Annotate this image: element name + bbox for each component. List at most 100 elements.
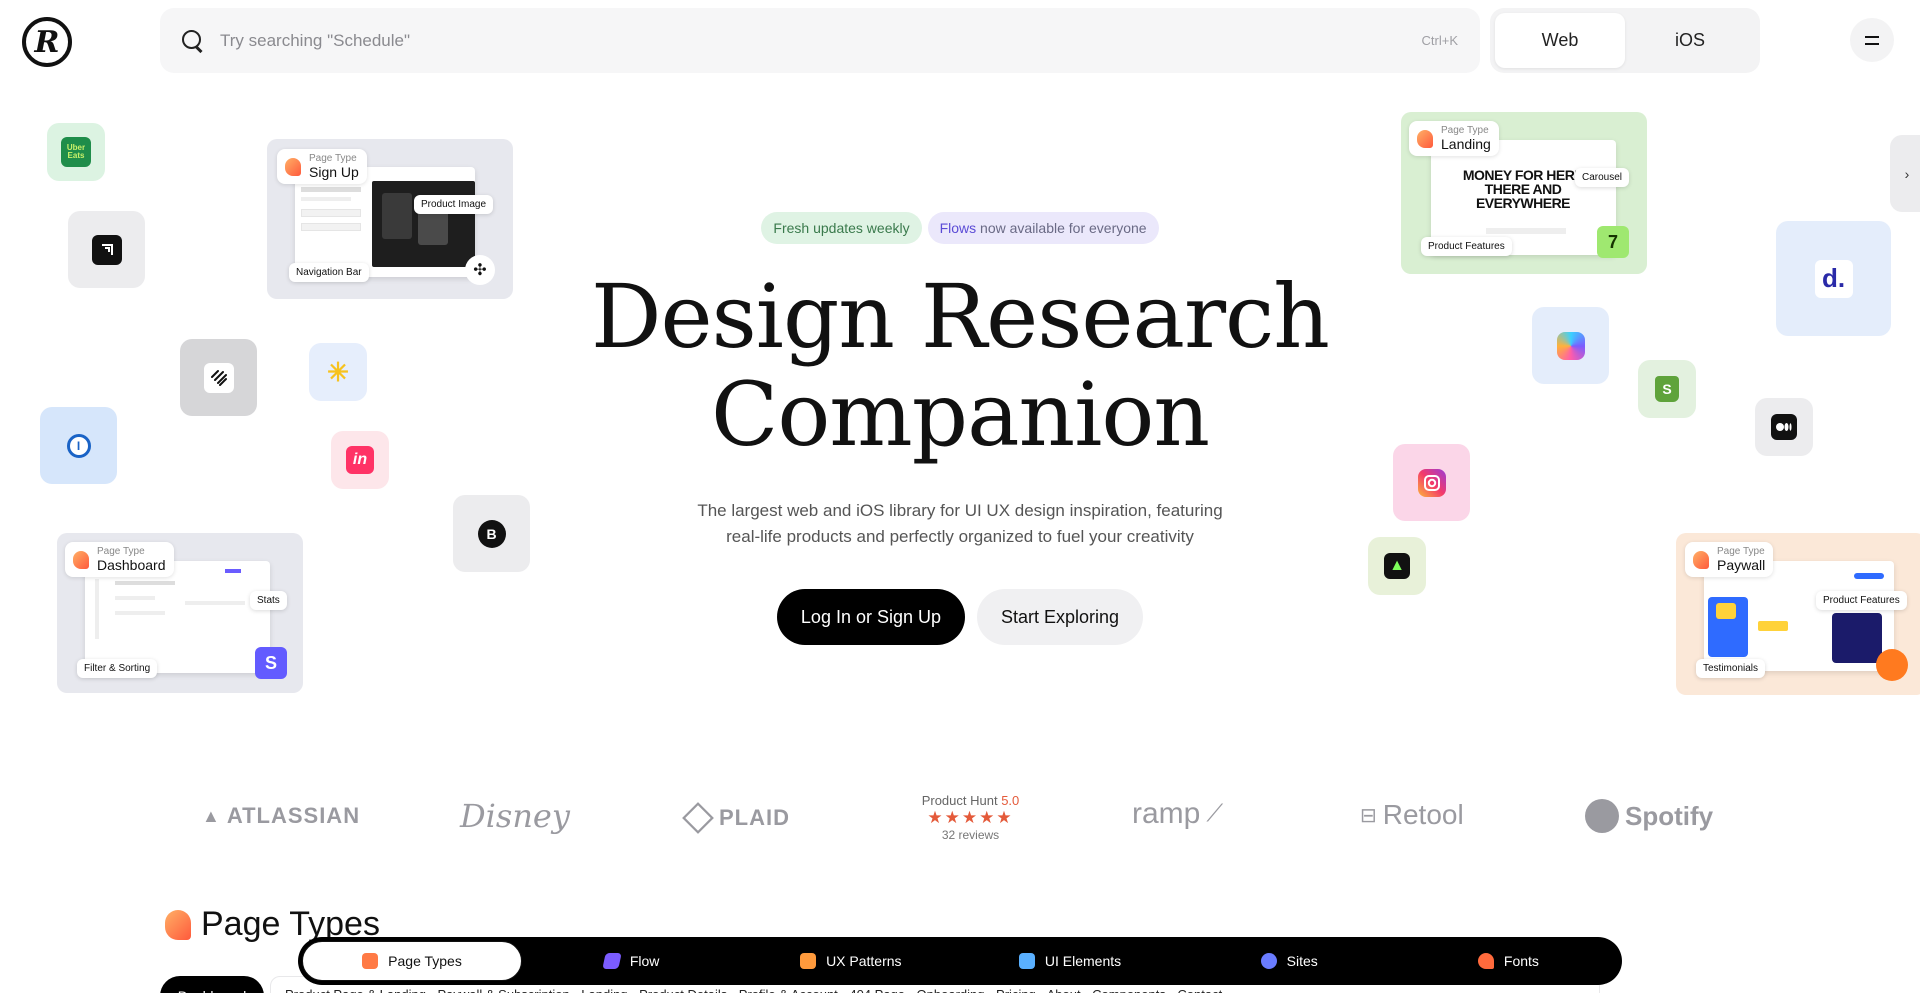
atlassian-mark-icon: ▲ xyxy=(202,805,221,826)
menu-icon xyxy=(1865,35,1879,45)
nav-fonts[interactable]: Fonts xyxy=(1399,941,1618,981)
page-type-caption: Page Type xyxy=(1717,546,1765,557)
app-partial[interactable]: › xyxy=(1890,135,1920,212)
hero-title: Design Research Companion xyxy=(0,268,1920,464)
page-type-caption: Page Type xyxy=(1441,125,1489,136)
atlassian-wordmark: ATLASSIAN xyxy=(226,803,361,828)
menu-button[interactable] xyxy=(1850,18,1894,62)
retool-wordmark: Retool xyxy=(1382,799,1464,830)
page-type-caption: Page Type xyxy=(97,546,145,557)
rating-stars-icon: ★★★★★ xyxy=(927,808,1014,827)
search-bar[interactable]: Try searching "Schedule" Ctrl+K xyxy=(160,8,1480,73)
app-ubereats[interactable]: Uber Eats xyxy=(47,123,105,181)
flow-nav-icon xyxy=(602,953,622,969)
retool-mark-icon: ⊟ xyxy=(1360,804,1377,827)
hero-subtitle-line2: real-life products and perfectly organiz… xyxy=(726,527,1194,546)
hero-subtitle: The largest web and iOS library for UI U… xyxy=(660,498,1260,550)
chip-carousel: Carousel xyxy=(1575,168,1630,187)
bold-icon: B xyxy=(477,519,506,548)
logo[interactable]: R xyxy=(22,17,72,67)
announcement-badges: Fresh updates weekly Flows now available… xyxy=(0,212,1920,244)
fonts-nav-icon xyxy=(1477,953,1494,969)
page-type-icon xyxy=(1417,129,1433,148)
spotify-mark-icon xyxy=(1585,799,1619,833)
ramp-mark-icon: ⟋ xyxy=(1206,800,1224,827)
cta-row: Log In or Sign Up Start Exploring xyxy=(0,589,1920,645)
page-type-icon xyxy=(1693,550,1709,569)
platform-switcher: Web iOS xyxy=(1490,8,1760,73)
product-hunt-score: 5.0 xyxy=(1001,793,1020,808)
nav-label: Page Types xyxy=(388,953,462,969)
ramp-wordmark: ramp xyxy=(1132,797,1201,830)
nav-page-types[interactable]: Page Types xyxy=(302,941,522,981)
search-icon xyxy=(182,29,204,52)
app-bold[interactable]: B xyxy=(453,495,530,572)
page-type-name: Landing xyxy=(1441,135,1491,152)
keyboard-shortcut: Ctrl+K xyxy=(1421,33,1458,48)
product-hunt-label: Product Hunt xyxy=(921,793,998,808)
nav-ui-elements[interactable]: UI Elements xyxy=(960,941,1179,981)
hero-title-line1: Design Research xyxy=(591,265,1330,368)
page-type-icon xyxy=(285,157,301,176)
page-type-name: Paywall xyxy=(1717,556,1766,573)
badge-flows-word: Flows xyxy=(939,220,977,236)
bottom-nav: Page Types Flow UX Patterns UI Elements … xyxy=(298,937,1622,985)
page-type-label: Page Type Dashboard xyxy=(65,542,174,578)
login-signup-button[interactable]: Log In or Sign Up xyxy=(776,589,966,645)
page-type-icon xyxy=(73,550,89,569)
customer-logos: ▲ ATLASSIAN Disney PLAID Product Hunt 5.0… xyxy=(160,793,1760,845)
atlassian-logo: ▲ ATLASSIAN xyxy=(202,803,360,829)
chevron-right-icon: › xyxy=(1904,165,1910,182)
nav-label: UX Patterns xyxy=(826,953,902,969)
nav-label: Flow xyxy=(629,953,660,969)
plaid-mark-icon xyxy=(682,802,714,834)
spotify-wordmark: Spotify xyxy=(1625,800,1714,831)
app-badge-icon xyxy=(1876,649,1908,681)
nav-sites[interactable]: Sites xyxy=(1180,941,1399,981)
page-type-caption: Page Type xyxy=(309,153,357,164)
ux-patterns-nav-icon xyxy=(800,953,817,969)
hero-subtitle-line1: The largest web and iOS library for UI U… xyxy=(697,501,1223,520)
disney-logo: Disney xyxy=(460,797,570,835)
plaid-wordmark: PLAID xyxy=(719,805,790,830)
page-type-label: Page Type Sign Up xyxy=(277,149,367,185)
sites-nav-icon xyxy=(1260,953,1277,969)
page-type-label: Page Type Landing xyxy=(1409,121,1499,157)
chip-testimonials: Testimonials xyxy=(1696,659,1766,678)
tab-ios[interactable]: iOS xyxy=(1625,13,1755,68)
nav-label: UI Elements xyxy=(1044,953,1122,969)
badge-weekly[interactable]: Fresh updates weekly xyxy=(761,212,922,244)
page-type-label: Page Type Paywall xyxy=(1685,542,1774,578)
badge-flows-text: now available for everyone xyxy=(976,220,1147,236)
stripe-icon: S xyxy=(255,647,287,679)
page-type-name: Sign Up xyxy=(309,163,359,180)
nav-ux-patterns[interactable]: UX Patterns xyxy=(741,941,960,981)
app-artifact[interactable]: ▲ xyxy=(1368,537,1426,595)
logo-mark: R xyxy=(34,24,60,60)
ramp-logo: ramp ⟋ xyxy=(1132,797,1223,831)
artifact-icon: ▲ xyxy=(1384,553,1410,579)
tab-web[interactable]: Web xyxy=(1495,13,1625,68)
page-types-icon xyxy=(165,909,191,940)
page-type-name: Dashboard xyxy=(97,556,166,573)
page-type-card-landing[interactable]: MONEY FOR HERE THERE AND EVERYWHERE Page… xyxy=(1401,112,1647,274)
product-hunt-title: Product Hunt 5.0 xyxy=(913,793,1028,808)
product-hunt-rating: Product Hunt 5.0 ★★★★★ 32 reviews xyxy=(913,793,1028,842)
zapier-icon: zapier xyxy=(1769,475,1808,514)
plaid-logo: PLAID xyxy=(682,802,790,834)
retool-logo: ⊟ Retool xyxy=(1360,799,1464,831)
nav-label: Sites xyxy=(1286,953,1318,969)
ui-elements-nav-icon xyxy=(1018,953,1035,969)
badge-flows[interactable]: Flows now available for everyone xyxy=(927,212,1159,244)
nav-label: Fonts xyxy=(1503,953,1539,969)
spotify-logo: Spotify xyxy=(1585,799,1713,833)
search-input[interactable]: Try searching "Schedule" xyxy=(220,31,1422,51)
nav-flow[interactable]: Flow xyxy=(522,941,741,981)
start-exploring-button[interactable]: Start Exploring xyxy=(977,589,1144,645)
instagram-icon xyxy=(1417,468,1446,497)
filter-dashboard[interactable]: Dashboard xyxy=(160,976,264,993)
product-hunt-reviews: 32 reviews xyxy=(941,828,1000,842)
page-types-nav-icon xyxy=(362,953,379,969)
hero-title-line2: Companion xyxy=(710,363,1210,466)
ubereats-icon: Uber Eats xyxy=(61,137,91,167)
